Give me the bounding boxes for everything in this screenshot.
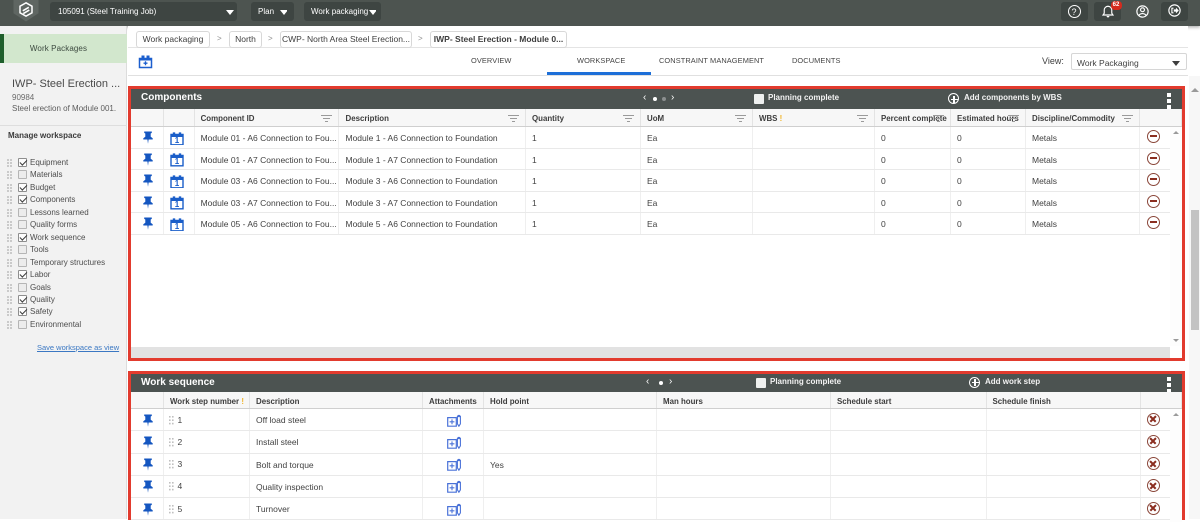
svg-text:1: 1	[175, 136, 180, 145]
svg-text:1: 1	[175, 200, 180, 209]
svg-text:1: 1	[175, 222, 180, 231]
svg-text:1: 1	[175, 179, 180, 188]
svg-text:1: 1	[175, 157, 180, 166]
